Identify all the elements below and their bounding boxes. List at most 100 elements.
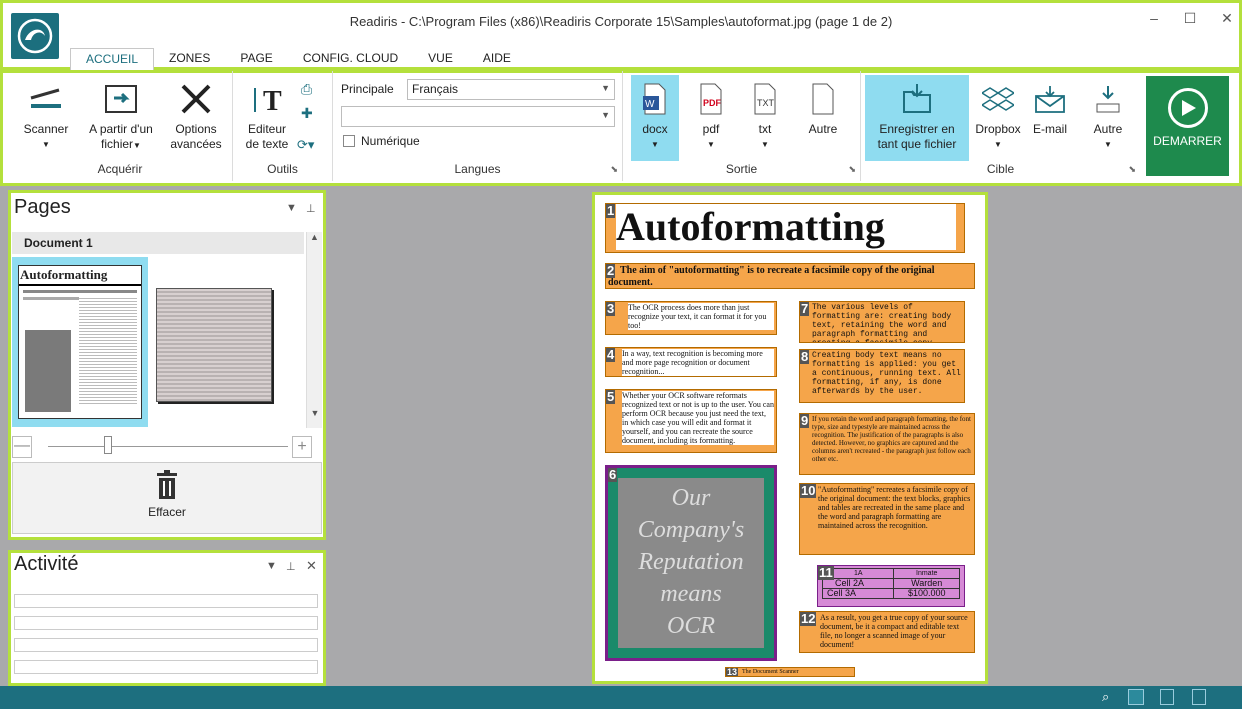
from-file-button[interactable]: A partir d'un fichier▼ [76,79,166,153]
zoom-in-button[interactable]: + [292,436,312,458]
dropbox-button[interactable]: Dropbox ▼ [971,79,1025,152]
email-button[interactable]: E-mail [1025,79,1075,137]
zoom-slider[interactable] [48,446,288,447]
effacer-button[interactable]: Effacer [12,462,322,534]
txt-icon: TXT [741,79,789,119]
zone-5[interactable]: 5 Whether your OCR software reformats rec… [605,389,777,453]
docx-icon: W [631,79,679,119]
close-icon[interactable]: ✕ [306,558,317,574]
svg-text:T: T [263,86,282,114]
scanner-button[interactable]: Scanner ▼ [18,79,74,152]
search-icon[interactable]: ⌕ [1102,689,1109,705]
secondary-language-select[interactable]: ▼ [341,106,615,127]
pin-icon[interactable]: ⊥ [286,560,296,573]
zone-3[interactable]: 3 The OCR process does more than just rec… [605,301,777,335]
zone-2[interactable]: 2 The aim of "autoformatting" is to recre… [605,263,975,289]
group-sortie: W docx ▼ PDF pdf ▼ TXT txt ▼ Autre ⬊ Sortie [623,71,861,181]
email-icon [1025,79,1075,119]
minimize-button[interactable]: – [1139,10,1169,26]
logo-image: Our Company's Reputation means OCR [618,478,764,648]
activity-row [14,616,318,630]
collapse-icon[interactable]: ▼ [286,202,297,214]
page-thumbnail-1[interactable]: Autoformatting [12,257,148,427]
docx-button[interactable]: W docx ▼ [631,75,679,161]
save-as-file-button[interactable]: Enregistrer en tant que fichier [865,75,969,161]
window-title: Readiris - C:\Program Files (x86)\Readir… [349,14,893,29]
group-label-cible: Cible [986,162,1015,176]
view-text-icon[interactable] [1160,689,1174,705]
view-page-icon[interactable] [1128,689,1144,705]
download-icon [1083,79,1133,119]
group-outils: T Editeur de texte ⎙ ✚ ⟳▾ Outils [233,71,333,181]
activity-row [14,660,318,674]
txt-button[interactable]: TXT txt ▼ [741,79,789,152]
text-editor-icon: T [239,79,295,119]
autre-target-button[interactable]: Autre ▼ [1083,79,1133,152]
group-cible: Enregistrer en tant que fichier Dropbox ▼… [861,71,1140,181]
view-actual-size-icon[interactable] [1192,689,1206,705]
collapse-icon[interactable]: ▼ [266,560,277,572]
trash-icon [155,469,179,501]
activite-panel: Activité ▼ ⊥ ✕ [8,550,326,686]
chevron-down-icon: ▼ [601,110,610,120]
ribbon: Scanner ▼ A partir d'un fichier▼ Options … [0,70,1242,186]
svg-text:TXT: TXT [757,98,775,108]
svg-text:W: W [645,99,655,110]
pdf-icon: PDF [687,79,735,119]
tab-page[interactable]: PAGE [225,48,287,70]
group-label-langues: Langues [454,162,501,176]
page-thumbnail-2[interactable] [156,288,272,402]
rotate-icon[interactable]: ⟳▾ [297,137,314,153]
tab-vue[interactable]: VUE [413,48,468,70]
document-header[interactable]: Document 1 [12,232,304,254]
zone-6[interactable]: 6 Our Company's Reputation means OCR [605,465,777,661]
zone-1[interactable]: 1 Autoformatting [605,203,965,253]
doc-title: Autoformatting [616,204,956,250]
print-icon[interactable]: ⎙ [301,81,312,98]
zone-13[interactable]: 13 The Document Scanner [725,667,855,677]
pages-scrollbar[interactable]: ▲ ▼ [306,232,322,428]
status-bar: ⌕ [0,686,1242,709]
activity-row [14,638,318,652]
autre-output-button[interactable]: Autre [795,79,851,137]
pages-panel-title: Pages [14,196,71,218]
zone-7[interactable]: 7 The various levels of formatting are: c… [799,301,965,343]
principale-label: Principale [341,82,394,96]
dropbox-icon [971,79,1025,119]
zone-11[interactable]: 11 1A Inmate Cell 2A Warden Cell 3A $100.00… [817,565,965,607]
activite-panel-title: Activité [14,553,79,575]
tab-accueil[interactable]: ACCUEIL [70,48,155,70]
file-icon [795,79,851,119]
document-page[interactable]: 1 Autoformatting 2 The aim of "autoformat… [592,192,988,684]
group-acquerir: Scanner ▼ A partir d'un fichier▼ Options … [8,71,233,181]
tools-icon [166,79,226,119]
zone-8[interactable]: 8 Creating body text means no formatting … [799,349,965,403]
tab-config-cloud[interactable]: CONFIG. CLOUD [288,48,413,70]
zoom-slider-thumb[interactable] [104,436,112,454]
pdf-button[interactable]: PDF pdf ▼ [687,79,735,152]
activity-row [14,594,318,608]
pin-icon[interactable]: ⊥ [306,202,316,215]
maximize-button[interactable]: ☐ [1175,10,1205,27]
chevron-down-icon: ▼ [601,83,610,93]
primary-language-select[interactable]: Français ▼ [407,79,615,100]
zone-9[interactable]: 9 If you retain the word and paragraph fo… [799,413,975,475]
demarrer-button[interactable]: DEMARRER [1146,76,1229,176]
text-editor-button[interactable]: T Editeur de texte [239,79,295,152]
zoom-out-button[interactable]: — [12,436,32,458]
advanced-options-button[interactable]: Options avancées [166,79,226,152]
tab-zones[interactable]: ZONES [154,48,225,70]
close-button[interactable]: ✕ [1212,10,1242,27]
split-icon[interactable]: ✚ [301,105,313,122]
doc-table: 1A Inmate Cell 2A Warden Cell 3A $100.000 [821,568,960,599]
save-file-icon [865,79,969,119]
zone-4[interactable]: 4 In a way, text recognition is becoming … [605,347,777,377]
numerique-checkbox[interactable] [343,135,355,147]
group-label-sortie: Sortie [725,162,758,176]
tab-aide[interactable]: AIDE [468,48,526,70]
open-file-icon [76,79,166,119]
ribbon-tabs: ACCUEIL ZONES PAGE CONFIG. CLOUD VUE AID… [70,48,526,70]
zone-12[interactable]: 12 As a result, you get a true copy of yo… [799,611,975,653]
group-label-outils: Outils [267,162,298,176]
zone-10[interactable]: 10 "Autoformatting" recreates a facsimile… [799,483,975,555]
